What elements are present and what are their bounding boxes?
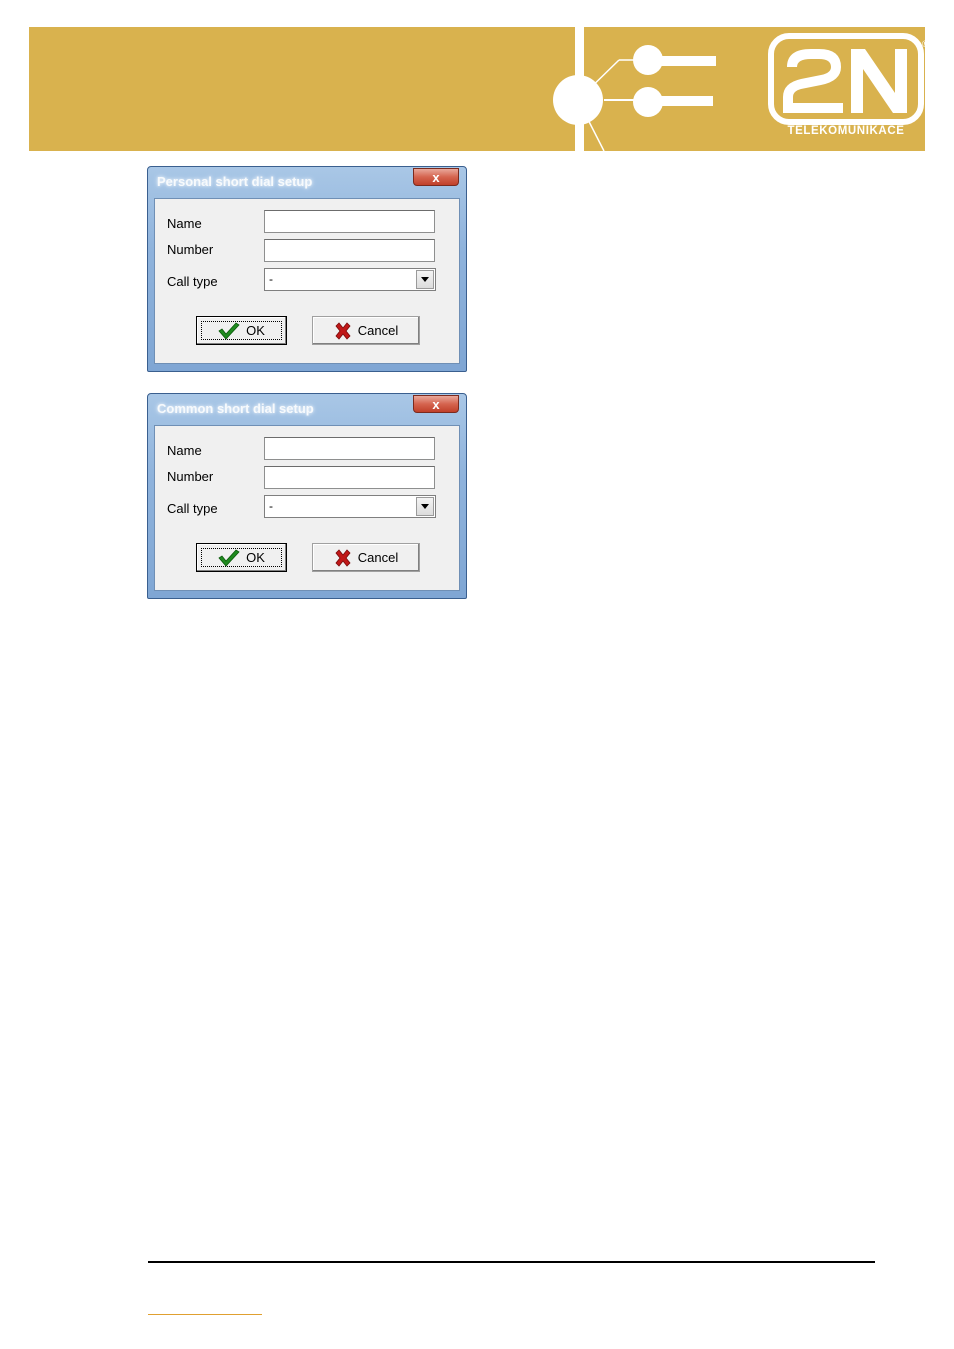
cancel-button[interactable]: Cancel [312,316,420,345]
name-input[interactable] [264,437,435,460]
ok-button[interactable]: OK [196,316,287,345]
footer-link-underline[interactable] [148,1314,262,1315]
x-mark-icon [335,548,351,567]
close-icon: x [432,396,440,412]
common-short-dial-dialog: Common short dial setup x Name Number Ca… [147,393,467,599]
chevron-down-icon[interactable] [416,497,434,516]
dialog-client-area: Name Number Call type - OK Cancel [154,198,460,364]
cancel-button[interactable]: Cancel [312,543,420,572]
call-type-value: - [269,272,273,286]
call-type-select[interactable]: - [264,268,436,291]
call-type-label: Call type [167,501,218,516]
cancel-button-label: Cancel [357,323,399,338]
dialog-title: Common short dial setup [157,401,314,416]
personal-short-dial-dialog: Personal short dial setup x Name Number … [147,166,467,372]
close-button[interactable]: x [413,395,459,413]
x-mark-icon [335,321,351,340]
name-label: Name [167,443,202,458]
ok-button[interactable]: OK [196,543,287,572]
call-type-label: Call type [167,274,218,289]
dialog-client-area: Name Number Call type - OK Cancel [154,425,460,591]
chevron-down-icon[interactable] [416,270,434,289]
svg-text:®: ® [922,39,925,49]
number-input[interactable] [264,239,435,262]
call-type-select[interactable]: - [264,495,436,518]
call-type-value: - [269,499,273,513]
header-banner: ® TELEKOMUNIKACE [29,27,925,151]
number-label: Number [167,242,214,257]
name-label: Name [167,216,202,231]
cancel-button-label: Cancel [357,550,399,565]
dialog-title: Personal short dial setup [157,174,313,189]
number-label: Number [167,469,214,484]
brand-tagline: TELEKOMUNIKACE [787,125,905,137]
brand-logo: ® [768,33,925,125]
close-button[interactable]: x [413,168,459,186]
close-icon: x [432,169,440,185]
name-input[interactable] [264,210,435,233]
number-input[interactable] [264,466,435,489]
footer-divider [148,1261,875,1263]
